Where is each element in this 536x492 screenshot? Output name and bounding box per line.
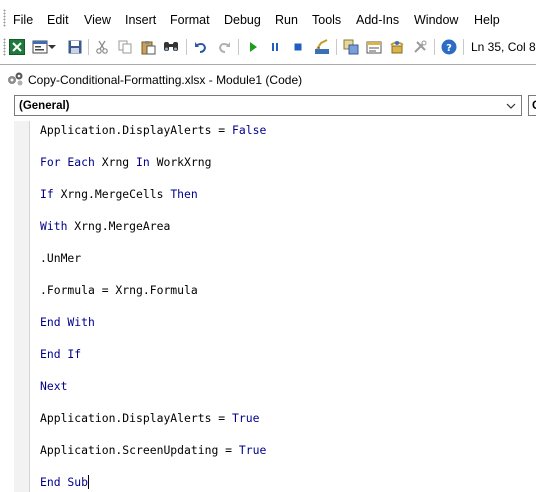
- code-keyword: Next: [40, 379, 68, 393]
- copy-icon[interactable]: [116, 38, 134, 56]
- code-keyword: Then: [170, 187, 198, 201]
- toolbar-separator: [336, 39, 337, 55]
- help-icon[interactable]: ?: [440, 38, 458, 56]
- chevron-down-icon[interactable]: [503, 97, 519, 114]
- code-text: Xrng.MergeArea: [67, 219, 171, 233]
- code-text: Application.DisplayAlerts =: [40, 123, 233, 137]
- dropdown-arrow-icon[interactable]: [47, 38, 57, 56]
- menu-format[interactable]: Format: [170, 12, 210, 28]
- code-line[interactable]: For Each Xrng In WorkXrng: [40, 155, 211, 169]
- standard-toolbar: ? Ln 35, Col 8: [0, 34, 536, 60]
- menu-tools[interactable]: Tools: [312, 12, 341, 28]
- toolbar-grip-handle[interactable]: [3, 38, 6, 56]
- code-text: WorkXrng: [149, 155, 212, 169]
- code-window-title: Copy-Conditional-Formatting.xlsx - Modul…: [28, 73, 303, 87]
- toolbox-icon[interactable]: [411, 38, 429, 56]
- excel-icon[interactable]: [8, 38, 26, 56]
- break-icon[interactable]: [266, 38, 284, 56]
- code-keyword: False: [232, 123, 267, 137]
- code-text: .Formula = Xrng.Formula: [40, 283, 198, 297]
- toolbar-separator: [88, 39, 89, 55]
- redo-icon[interactable]: [215, 38, 233, 56]
- menu-add-ins[interactable]: Add-Ins: [356, 12, 399, 28]
- menu-help[interactable]: Help: [474, 12, 500, 28]
- project-explorer-icon[interactable]: [342, 38, 360, 56]
- module-icon: [7, 71, 25, 87]
- undo-icon[interactable]: [192, 38, 210, 56]
- object-combo[interactable]: (General): [14, 95, 522, 116]
- indicator-margin[interactable]: [14, 121, 30, 492]
- code-keyword: True: [232, 411, 260, 425]
- toolbar-separator: [463, 39, 464, 55]
- code-keyword: If: [40, 187, 54, 201]
- code-text: .UnMer: [40, 251, 82, 265]
- code-keyword: End With: [40, 315, 95, 329]
- menu-file[interactable]: File: [13, 12, 33, 28]
- svg-text:?: ?: [446, 43, 452, 54]
- code-editor[interactable]: [31, 121, 536, 492]
- code-line[interactable]: Next: [40, 379, 67, 393]
- code-text: Application.DisplayAlerts =: [40, 411, 233, 425]
- run-icon[interactable]: [244, 38, 262, 56]
- design-mode-icon[interactable]: [313, 38, 331, 56]
- object-combo-value: (General): [19, 100, 70, 112]
- procedure-combo-value: C: [532, 99, 536, 113]
- code-line[interactable]: Application.DisplayAlerts = False: [40, 123, 266, 137]
- menu-insert[interactable]: Insert: [125, 12, 156, 28]
- menu-debug[interactable]: Debug: [224, 12, 261, 28]
- cursor-position-status: Ln 35, Col 8: [471, 40, 536, 54]
- find-icon[interactable]: [162, 38, 180, 56]
- menu-window[interactable]: Window: [414, 12, 458, 28]
- text-caret: [88, 475, 90, 489]
- properties-icon[interactable]: [365, 38, 383, 56]
- code-line[interactable]: Application.ScreenUpdating = True: [40, 443, 266, 457]
- code-keyword: True: [238, 443, 267, 457]
- code-line[interactable]: If Xrng.MergeCells Then: [40, 187, 198, 201]
- code-keyword: For Each: [40, 155, 95, 169]
- save-icon[interactable]: [66, 38, 84, 56]
- code-window-titlebar[interactable]: Copy-Conditional-Formatting.xlsx - Modul…: [0, 65, 536, 93]
- code-text: Xrng.MergeCells: [53, 187, 171, 201]
- code-keyword: In: [136, 155, 150, 169]
- cut-icon[interactable]: [93, 38, 111, 56]
- paste-icon[interactable]: [139, 38, 157, 56]
- menu-bar: File Edit View Insert Format Debug Run T…: [0, 0, 536, 34]
- reset-icon[interactable]: [289, 38, 307, 56]
- code-line[interactable]: End Sub: [40, 475, 90, 489]
- code-line[interactable]: Application.DisplayAlerts = True: [40, 411, 259, 425]
- code-keyword: End If: [40, 347, 82, 361]
- toolbar-separator: [238, 39, 239, 55]
- toolbar-separator: [186, 39, 187, 55]
- procedure-combo[interactable]: C: [528, 95, 536, 116]
- menu-edit[interactable]: Edit: [47, 12, 69, 28]
- toolbar-separator: [434, 39, 435, 55]
- code-keyword: End Sub: [40, 475, 89, 489]
- code-line[interactable]: .Formula = Xrng.Formula: [40, 283, 198, 297]
- code-keyword: With: [40, 219, 68, 233]
- code-text: Xrng: [94, 155, 137, 169]
- code-text: Application.ScreenUpdating =: [40, 443, 239, 457]
- object-browser-icon[interactable]: [388, 38, 406, 56]
- menu-grip-handle[interactable]: [3, 9, 6, 27]
- code-line[interactable]: With Xrng.MergeArea: [40, 219, 170, 233]
- code-line[interactable]: End If: [40, 347, 81, 361]
- menu-view[interactable]: View: [84, 12, 111, 28]
- menu-run[interactable]: Run: [275, 12, 298, 28]
- code-line[interactable]: .UnMer: [40, 251, 81, 265]
- code-line[interactable]: End With: [40, 315, 95, 329]
